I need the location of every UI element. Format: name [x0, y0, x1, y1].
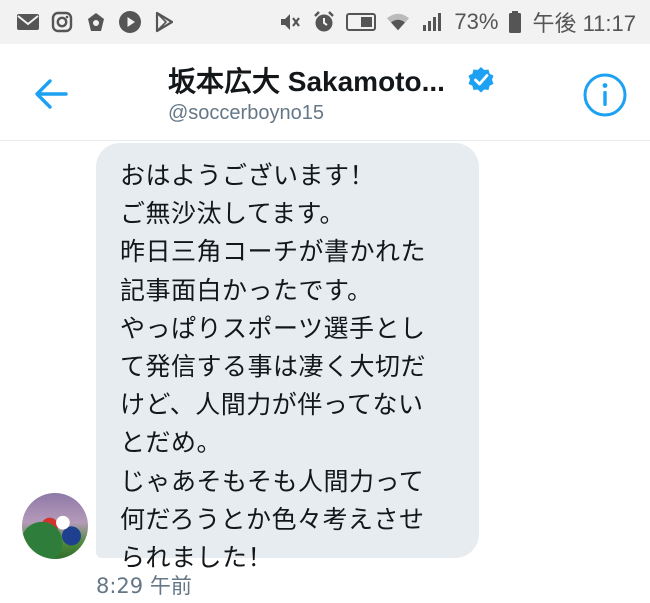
- battery-percent: 73%: [454, 9, 499, 34]
- system-icons: 73% 午後 11:17: [278, 6, 636, 38]
- message-line: おはようございます！: [120, 161, 376, 190]
- conversation-header: 坂本広大 Sakamoto... @soccerboyno15: [0, 44, 650, 141]
- instagram-icon: [50, 10, 74, 34]
- message-line: けど、人間力が伴ってない: [120, 390, 424, 420]
- contact-handle: @soccerboyno15: [168, 102, 324, 124]
- line-game-icon: [84, 10, 108, 34]
- alarm-icon: [312, 10, 336, 34]
- sender-avatar[interactable]: [22, 493, 88, 559]
- contact-name[interactable]: 坂本広大 Sakamoto...: [168, 60, 445, 100]
- info-button[interactable]: [582, 72, 628, 118]
- message-line: やっぱりスポーツ選手とし: [120, 313, 426, 343]
- clock: 午後 11:17: [532, 11, 636, 36]
- message-line: じゃあそもそも人間力って: [120, 466, 425, 496]
- back-button[interactable]: [32, 74, 72, 114]
- arrow-left-icon: [35, 79, 68, 109]
- volte-icon: [346, 10, 377, 34]
- play-circle-icon: [118, 10, 142, 34]
- message-line: ご無沙汰してます。: [120, 199, 346, 229]
- notification-icons: [16, 10, 176, 34]
- message-line: て発信する事は凄く大切だ: [120, 352, 427, 382]
- title-row: 坂本広大 Sakamoto...: [168, 60, 495, 100]
- mute-icon: [278, 10, 302, 34]
- wifi-icon: [386, 10, 410, 34]
- verified-badge-icon: [467, 66, 495, 94]
- battery-icon: [508, 10, 522, 34]
- mail-icon: [16, 10, 40, 34]
- signal-icon: [420, 10, 444, 34]
- status-bar: 73% 午後 11:17: [0, 0, 650, 44]
- message-line: 記事面白かったです。: [120, 275, 373, 305]
- message-line: 何だろうとか色々考えさせ: [120, 504, 425, 534]
- message-bubble[interactable]: おはようございます！ ご無沙汰してます。昨日三角コーチが書かれた 記事面白かったです…: [96, 143, 479, 572]
- info-icon: [583, 73, 627, 117]
- message-line: とだめ。: [120, 428, 223, 458]
- message-timestamp: 8:29 午前: [96, 574, 192, 598]
- play-store-icon: [152, 10, 176, 34]
- message-line: 昨日三角コーチが書かれた: [120, 237, 427, 267]
